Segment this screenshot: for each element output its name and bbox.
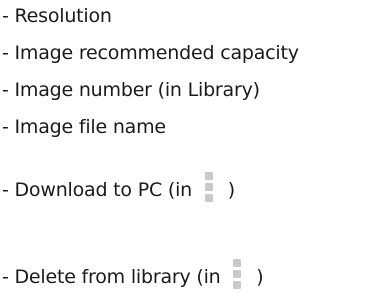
list-item-recommended-capacity: - Image recommended capacity: [2, 41, 299, 65]
list-item-text: - Image recommended capacity: [2, 42, 299, 64]
list-item-text: - Image number (in Library): [2, 79, 260, 101]
list-item-suffix: ): [256, 266, 264, 288]
list-item-download-to-pc: - Download to PC (in ): [2, 172, 235, 202]
list-item-image-file-name: - Image file name: [2, 115, 166, 139]
vertical-dots-icon: [198, 172, 222, 202]
list-item-text: - Download to PC (in: [2, 179, 192, 201]
list-item-text: - Resolution: [2, 5, 112, 27]
list-item-suffix: ): [227, 179, 235, 201]
list-item-text: - Delete from library (in: [2, 266, 221, 288]
list-item-resolution: - Resolution: [2, 4, 112, 28]
list-item-delete-from-library: - Delete from library (in ): [2, 259, 264, 289]
list-item-text: - Image file name: [2, 116, 166, 138]
list-item-image-number: - Image number (in Library): [2, 78, 260, 102]
vertical-dots-icon: [226, 259, 250, 289]
